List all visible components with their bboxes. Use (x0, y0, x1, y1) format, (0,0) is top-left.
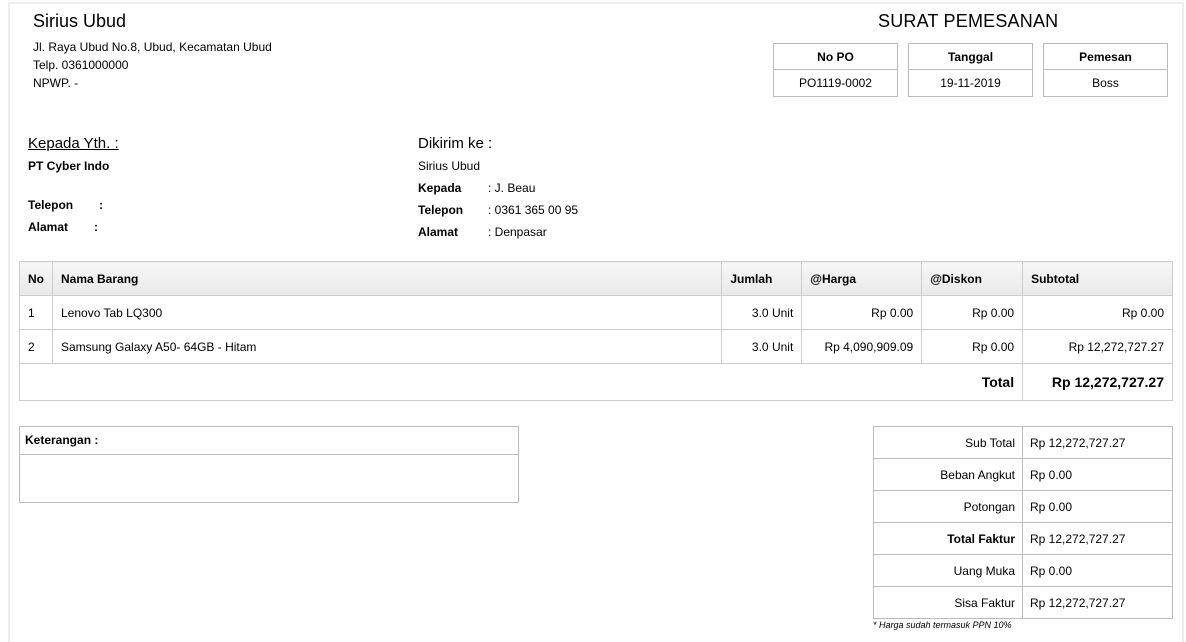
summary-subtotal-label: Sub Total (873, 426, 1023, 459)
row-subtotal: Rp 0.00 (1022, 295, 1173, 330)
summary-row-deduction: Potongan Rp 0.00 (873, 490, 1173, 523)
recipient-heading: Kepada Yth. : (28, 135, 119, 152)
row-item-name: Lenovo Tab LQ300 (51, 295, 723, 330)
company-address: Jl. Raya Ubud No.8, Ubud, Kecamatan Ubud (33, 40, 272, 54)
summary-subtotal-value: Rp 12,272,727.27 (1022, 426, 1173, 459)
row-item-name: Samsung Galaxy A50- 64GB - Hitam (51, 329, 723, 364)
items-total-row: Total Rp 12,272,727.27 (18, 363, 1173, 401)
row-subtotal: Rp 12,272,727.27 (1022, 329, 1173, 364)
summary-down-payment-label: Uang Muka (873, 554, 1023, 587)
row-no: 1 (19, 295, 53, 330)
shipping-contact-label: Kepada (418, 181, 462, 195)
shipping-address-label: Alamat (418, 225, 459, 239)
summary-deduction-label: Potongan (873, 490, 1023, 523)
row-price: Rp 0.00 (801, 295, 923, 330)
po-number-value: PO1119-0002 (799, 76, 872, 90)
row-quantity: 3.0 Unit (721, 295, 803, 330)
orderer-label: Pemesan (1044, 44, 1167, 70)
col-header-no: No (19, 261, 53, 296)
summary-row-invoice-total: Total Faktur Rp 12,272,727.27 (873, 522, 1173, 555)
summary-remaining-value: Rp 12,272,727.27 (1022, 586, 1173, 619)
items-table: No Nama Barang Jumlah @Harga @Diskon Sub… (18, 261, 1173, 401)
shipping-address-value: : Denpasar (488, 225, 547, 239)
date-box: Tanggal 19-11-2019 (908, 43, 1033, 97)
orderer-box: Pemesan Boss (1043, 43, 1168, 97)
col-header-quantity: Jumlah (721, 261, 803, 296)
notes-box: Keterangan : (19, 426, 519, 503)
summary-row-down-payment: Uang Muka Rp 0.00 (873, 554, 1173, 587)
shipping-contact-value: : J. Beau (488, 181, 536, 195)
col-header-discount: @Diskon (921, 261, 1024, 296)
row-quantity: 3.0 Unit (721, 329, 803, 364)
summary-row-shipping-cost: Beban Angkut Rp 0.00 (873, 458, 1173, 491)
notes-label: Keterangan : (20, 427, 518, 455)
shipping-phone-label: Telepon (418, 203, 464, 217)
col-header-subtotal: Subtotal (1022, 261, 1173, 296)
shipping-phone-value: : 0361 365 00 95 (488, 203, 579, 217)
summary-invoice-total-label: Total Faktur (873, 522, 1023, 555)
recipient-phone-label: Telepon (28, 198, 74, 212)
company-name: Sirius Ubud (33, 11, 127, 31)
company-npwp: NPWP. - (33, 76, 79, 90)
items-total-value: Rp 12,272,727.27 (1022, 363, 1173, 401)
date-value: 19-11-2019 (940, 76, 1001, 90)
recipient-phone-colon: : (99, 198, 103, 212)
summary-row-remaining: Sisa Faktur Rp 12,272,727.27 (873, 586, 1173, 619)
col-header-item-name: Nama Barang (51, 261, 723, 296)
po-number-box: No PO PO1119-0002 (773, 43, 898, 97)
shipping-heading: Dikirim ke : (418, 135, 493, 152)
row-price: Rp 4,090,909.09 (801, 329, 923, 364)
recipient-address-colon: : (94, 220, 98, 234)
summary-remaining-label: Sisa Faktur (873, 586, 1023, 619)
items-total-label: Total (18, 363, 1024, 401)
recipient-address-label: Alamat (28, 220, 69, 234)
recipient-name: PT Cyber Indo (28, 159, 110, 173)
po-number-label: No PO (774, 44, 897, 70)
date-label: Tanggal (909, 44, 1032, 70)
tax-footnote: * Harga sudah termasuk PPN 10% (873, 620, 1012, 630)
orderer-value: Boss (1092, 76, 1119, 90)
summary-shipping-cost-label: Beban Angkut (873, 458, 1023, 491)
row-no: 2 (19, 329, 53, 364)
summary-table: Sub Total Rp 12,272,727.27 Beban Angkut … (873, 426, 1173, 619)
table-row: 2 Samsung Galaxy A50- 64GB - Hitam 3.0 U… (19, 329, 1173, 364)
col-header-price: @Harga (801, 261, 923, 296)
shipping-name: Sirius Ubud (418, 159, 481, 173)
items-header-row: No Nama Barang Jumlah @Harga @Diskon Sub… (19, 261, 1173, 296)
summary-down-payment-value: Rp 0.00 (1022, 554, 1173, 587)
company-phone: Telp. 0361000000 (33, 58, 129, 72)
summary-invoice-total-value: Rp 12,272,727.27 (1022, 522, 1173, 555)
summary-shipping-cost-value: Rp 0.00 (1022, 458, 1173, 491)
table-row: 1 Lenovo Tab LQ300 3.0 Unit Rp 0.00 Rp 0… (19, 295, 1173, 330)
summary-deduction-value: Rp 0.00 (1022, 490, 1173, 523)
row-discount: Rp 0.00 (921, 329, 1024, 364)
document-title: SURAT PEMESANAN (878, 11, 1059, 31)
summary-row-subtotal: Sub Total Rp 12,272,727.27 (873, 426, 1173, 459)
row-discount: Rp 0.00 (921, 295, 1024, 330)
